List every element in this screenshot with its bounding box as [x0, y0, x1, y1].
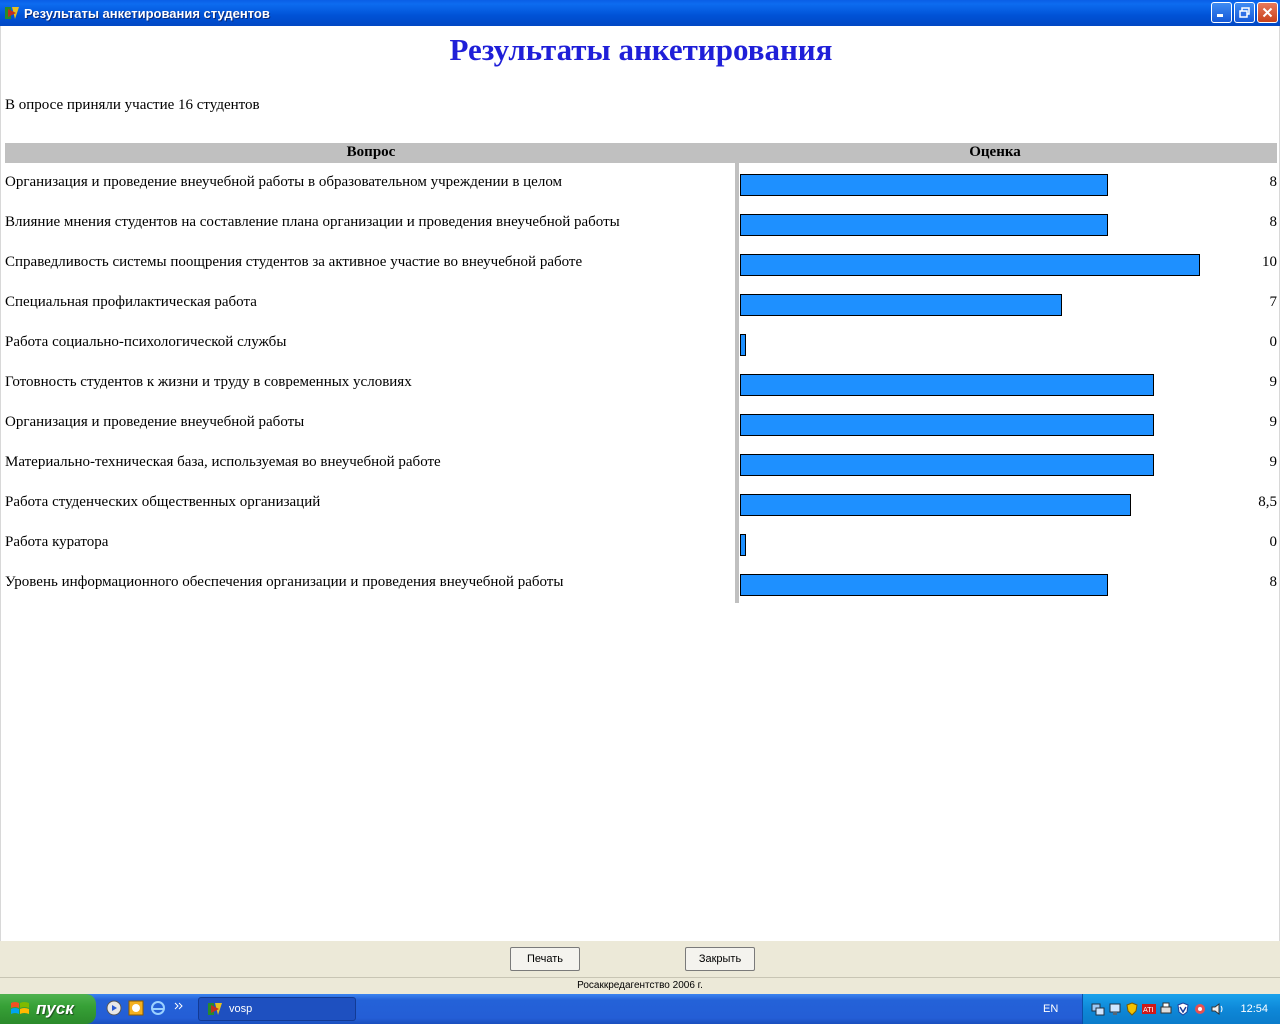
question-label: Справедливость системы поощрения студент…	[5, 254, 583, 270]
score-bar	[740, 414, 1154, 436]
question-label: Влияние мнения студентов на составление …	[5, 214, 620, 230]
table-row: Влияние мнения студентов на составление …	[1, 206, 1280, 246]
question-label: Организация и проведение внеучебной рабо…	[5, 174, 563, 190]
svg-text:ATI: ATI	[1143, 1006, 1154, 1014]
restore-icon	[1239, 7, 1250, 18]
minimize-button[interactable]	[1211, 2, 1232, 23]
clock[interactable]: 12:54	[1240, 1003, 1268, 1015]
score-bar	[740, 374, 1154, 396]
score-bar	[740, 454, 1154, 476]
score-value: 9	[1269, 454, 1278, 470]
table-row: Работа студенческих общественных организ…	[1, 486, 1280, 526]
printer-icon[interactable]	[1159, 1002, 1173, 1016]
score-value: 8	[1269, 214, 1278, 230]
table-row: Уровень информационного обеспечения орга…	[1, 566, 1280, 606]
score-bar	[740, 174, 1108, 196]
network-icon[interactable]	[1108, 1002, 1122, 1016]
score-value: 8,5	[1258, 494, 1277, 510]
restore-button[interactable]	[1234, 2, 1255, 23]
column-score: Оценка	[969, 144, 1021, 160]
score-bar	[740, 254, 1200, 276]
table-row: Готовность студентов к жизни и труду в с…	[1, 366, 1280, 406]
score-bar	[740, 334, 746, 356]
browser-icon[interactable]	[150, 1000, 166, 1016]
score-value: 0	[1269, 534, 1278, 550]
print-button[interactable]: Печать	[510, 947, 580, 971]
security-icon[interactable]	[1193, 1002, 1207, 1016]
score-value: 9	[1269, 374, 1278, 390]
score-bar	[740, 574, 1108, 596]
question-label: Специальная профилактическая работа	[5, 294, 257, 310]
close-window-button[interactable]	[1257, 2, 1278, 23]
question-label: Готовность студентов к жизни и труду в с…	[5, 374, 412, 390]
question-label: Материально-техническая база, используем…	[5, 454, 441, 470]
close-icon	[1262, 7, 1273, 18]
score-value: 0	[1269, 334, 1278, 350]
network-icon[interactable]	[1091, 1002, 1105, 1016]
table-row: Работа куратора 0	[1, 526, 1280, 566]
question-label: Работа куратора	[5, 534, 109, 550]
antivirus-icon[interactable]	[1176, 1002, 1190, 1016]
score-value: 9	[1269, 414, 1278, 430]
shield-icon[interactable]	[1125, 1002, 1139, 1016]
table-header: Вопрос Оценка	[5, 143, 1277, 163]
table-row: Организация и проведение внеучебной рабо…	[1, 406, 1280, 446]
table-row: Справедливость системы поощрения студент…	[1, 246, 1280, 286]
score-bar	[740, 494, 1131, 516]
table-row: Специальная профилактическая работа 7	[1, 286, 1280, 326]
minimize-icon	[1217, 14, 1223, 17]
window-titlebar[interactable]: Результаты анкетирования студентов	[0, 0, 1280, 26]
table-row: Организация и проведение внеучебной рабо…	[1, 166, 1280, 206]
ati-icon[interactable]: ATI	[1142, 1002, 1156, 1016]
taskbar-item-vosp[interactable]: vosp	[198, 997, 356, 1021]
score-bar	[740, 534, 746, 556]
volume-icon[interactable]	[1210, 1002, 1224, 1016]
start-button[interactable]: пуск	[0, 994, 96, 1024]
taskbar-item-label: vosp	[229, 1003, 253, 1015]
score-bar	[740, 294, 1062, 316]
quick-launch	[106, 1000, 188, 1016]
app-icon	[4, 5, 20, 21]
copyright-footer: Росаккредагентство 2006 г.	[0, 977, 1280, 994]
content-area: Результаты анкетирования В опросе принял…	[0, 26, 1280, 941]
question-label: Организация и проведение внеучебной рабо…	[5, 414, 305, 430]
column-question: Вопрос	[346, 144, 396, 160]
score-value: 8	[1269, 574, 1278, 590]
button-panel: Печать Закрыть	[0, 941, 1280, 977]
score-value: 7	[1269, 294, 1278, 310]
page-title: Результаты анкетирования	[449, 32, 833, 67]
question-label: Уровень информационного обеспечения орга…	[5, 574, 564, 590]
table-row: Работа социально-психологической службы 0	[1, 326, 1280, 366]
system-tray: ATI 12:54	[1082, 994, 1280, 1024]
score-value: 10	[1262, 254, 1277, 270]
media-player-icon[interactable]	[106, 1000, 122, 1016]
score-bar	[740, 214, 1108, 236]
chevron-right-icon[interactable]	[172, 1000, 188, 1016]
question-label: Работа студенческих общественных организ…	[5, 494, 321, 510]
start-label: пуск	[36, 999, 74, 1018]
question-label: Работа социально-психологической службы	[5, 334, 287, 350]
participants-count: В опросе приняли участие 16 студентов	[5, 97, 260, 113]
window-title: Результаты анкетирования студентов	[24, 5, 270, 21]
app-icon	[208, 1003, 222, 1015]
taskbar: пуск vosp EN ATI 12:54	[0, 994, 1280, 1024]
clock-app-icon[interactable]	[128, 1000, 144, 1016]
close-button[interactable]: Закрыть	[685, 947, 755, 971]
windows-logo-icon	[11, 1002, 29, 1014]
score-value: 8	[1269, 174, 1278, 190]
table-row: Материально-техническая база, используем…	[1, 446, 1280, 486]
language-indicator[interactable]: EN	[1043, 1003, 1058, 1015]
